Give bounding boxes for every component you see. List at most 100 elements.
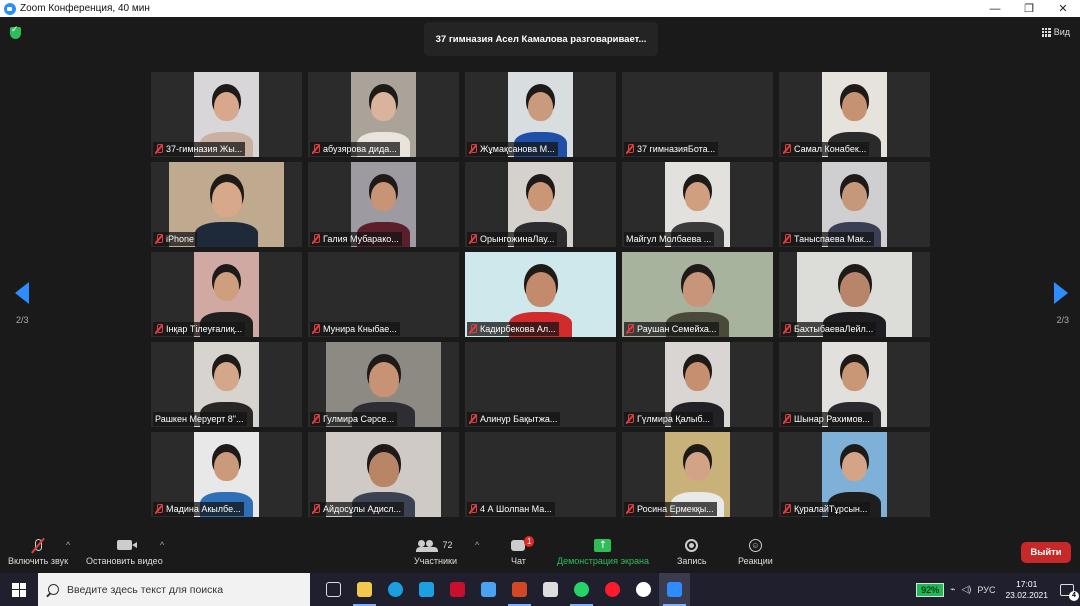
participant-tile[interactable]: Айдосұлы Адисл... <box>308 432 459 517</box>
participant-face <box>685 182 710 211</box>
participant-name: БахтыбаеваЛейл... <box>794 324 874 334</box>
start-button[interactable] <box>0 573 38 606</box>
participants-count: 72 <box>442 540 453 550</box>
reactions-button[interactable]: ☺ Реакции <box>738 534 773 566</box>
participants-button[interactable]: 72 Участники <box>414 534 457 566</box>
minimize-button[interactable]: — <box>978 0 1012 17</box>
taskbar-app-zoom[interactable] <box>659 573 690 606</box>
taskbar-app-store[interactable] <box>535 573 566 606</box>
participant-tile[interactable]: Алинур Бақытжа... <box>465 342 616 427</box>
participant-name: Жұмақсанова М... <box>480 144 555 154</box>
participant-name: Мунира Кныбае... <box>323 324 397 334</box>
participant-tile[interactable]: iPhone <box>151 162 302 247</box>
network-icon[interactable]: ⌁ <box>950 584 955 595</box>
taskbar-apps <box>318 573 690 606</box>
clock-date: 23.02.2021 <box>1005 589 1048 600</box>
participant-tile[interactable]: Гулмира Сәрсе... <box>308 342 459 427</box>
next-page-arrow-icon[interactable] <box>1054 282 1068 304</box>
chat-badge: 1 <box>524 535 535 547</box>
battery-indicator[interactable]: 92% <box>916 582 945 597</box>
participant-face <box>371 92 396 121</box>
participant-tile[interactable]: Майгул Молбаева ... <box>622 162 773 247</box>
volume-icon[interactable]: ◁) <box>962 584 972 595</box>
participants-options-caret-icon[interactable]: ^ <box>475 540 479 550</box>
participant-name-tag: 37-гимназия Жы... <box>153 142 246 156</box>
security-shield-icon[interactable] <box>10 25 21 39</box>
stop-video-button[interactable]: Остановить видео <box>86 534 163 566</box>
participant-tile[interactable]: Інқар Тілеуғалиқ... <box>151 252 302 337</box>
record-button[interactable]: Запись <box>677 534 707 566</box>
previous-page-arrow-icon[interactable] <box>15 282 29 304</box>
participant-tile[interactable]: абузярова дида... <box>308 72 459 157</box>
restore-button[interactable]: ❐ <box>1012 0 1046 17</box>
taskbar-search-box[interactable]: Введите здесь текст для поиска <box>38 573 310 606</box>
taskbar-app-task-view[interactable] <box>318 573 349 606</box>
participant-face <box>685 452 710 481</box>
muted-mic-icon <box>312 504 320 514</box>
yandex-icon <box>636 582 651 597</box>
participant-tile[interactable]: Мадина Акылбе... <box>151 432 302 517</box>
participant-tile[interactable]: Росина Ермекқы... <box>622 432 773 517</box>
participant-tile[interactable]: ҚуралайТұрсын... <box>779 432 930 517</box>
taskbar-app-yandex[interactable] <box>628 573 659 606</box>
participant-name-tag: ҚуралайТұрсын... <box>781 502 871 516</box>
participant-tile[interactable]: Гүлмира Қалыб... <box>622 342 773 427</box>
share-screen-button[interactable]: ↑ Демонстрация экрана <box>557 534 649 566</box>
participant-name-tag: Шынар Рахимов... <box>781 412 873 426</box>
participant-tile[interactable]: Жұмақсанова М... <box>465 72 616 157</box>
participant-face <box>683 272 713 307</box>
muted-mic-icon <box>626 414 634 424</box>
participant-face <box>842 452 867 481</box>
taskbar-app-file-explorer[interactable] <box>349 573 380 606</box>
share-screen-icon: ↑ <box>594 538 612 552</box>
taskbar-app-mcafee[interactable] <box>442 573 473 606</box>
participant-name: 4 А Шолпан Ма... <box>480 504 552 514</box>
participant-tile[interactable]: БахтыбаеваЛейл... <box>779 252 930 337</box>
participant-tile[interactable]: 4 А Шолпан Ма... <box>465 432 616 517</box>
stop-video-label: Остановить видео <box>86 556 163 566</box>
taskbar-app-edge[interactable] <box>380 573 411 606</box>
zoom-window: Zoom Конференция, 40 мин — ❐ ✕ 37 гимназ… <box>0 0 1080 606</box>
participant-tile[interactable]: Таныспаева Мак... <box>779 162 930 247</box>
participant-tile[interactable]: 37-гимназия Жы... <box>151 72 302 157</box>
task-view-icon <box>326 582 341 597</box>
participant-tile[interactable]: Галия Мубарако... <box>308 162 459 247</box>
language-indicator[interactable]: РУС <box>977 585 995 595</box>
audio-options-caret-icon[interactable]: ^ <box>66 540 70 550</box>
windows-taskbar: Введите здесь текст для поиска 92% ⌁ ◁) … <box>0 573 1080 606</box>
unmute-button[interactable]: Включить звук <box>8 534 68 566</box>
taskbar-app-opera[interactable] <box>597 573 628 606</box>
view-button[interactable]: Вид <box>1041 27 1070 37</box>
taskbar-app-powerpoint[interactable] <box>504 573 535 606</box>
participant-tile[interactable]: Мунира Кныбае... <box>308 252 459 337</box>
close-button[interactable]: ✕ <box>1046 0 1080 17</box>
clock-time: 17:01 <box>1016 578 1038 589</box>
clock[interactable]: 17:01 23.02.2021 <box>1005 579 1048 601</box>
muted-mic-icon <box>155 144 163 154</box>
video-options-caret-icon[interactable]: ^ <box>160 540 164 550</box>
participant-face <box>528 182 553 211</box>
chat-button[interactable]: 1 Чат <box>511 534 535 566</box>
participant-tile[interactable]: Кадирбекова Ал... <box>465 252 616 337</box>
mail-icon <box>481 582 496 597</box>
participants-icon <box>416 539 439 552</box>
leave-meeting-button[interactable]: Выйти <box>1021 542 1071 563</box>
participant-face <box>214 272 239 301</box>
muted-mic-icon <box>155 234 163 244</box>
participant-name: Росина Ермекқы... <box>637 504 714 514</box>
taskbar-app-whatsapp[interactable] <box>566 573 597 606</box>
participant-tile[interactable]: ОрынгожинаЛау... <box>465 162 616 247</box>
taskbar-app-mail[interactable] <box>473 573 504 606</box>
participant-tile[interactable]: Шынар Рахимов... <box>779 342 930 427</box>
taskbar-app-l-app[interactable] <box>411 573 442 606</box>
whatsapp-icon <box>574 582 589 597</box>
participant-tile[interactable]: Раушан Семейха... <box>622 252 773 337</box>
notifications-icon[interactable]: 4 <box>1060 583 1079 601</box>
participant-tile[interactable]: Самал Конабек... <box>779 72 930 157</box>
camera-icon <box>116 540 137 550</box>
participant-tile[interactable]: 37 гимназияБота... <box>622 72 773 157</box>
participant-tile[interactable]: Рашкен Меруерт 8"... <box>151 342 302 427</box>
participant-name-tag: Кадирбекова Ал... <box>467 322 559 336</box>
mcafee-icon <box>450 582 465 597</box>
search-icon <box>48 584 59 595</box>
